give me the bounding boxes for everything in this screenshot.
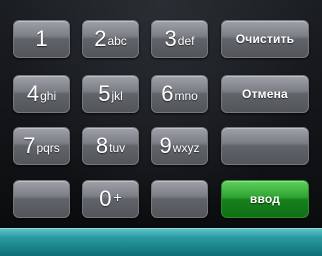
bottom-bar	[0, 228, 322, 256]
key-8[interactable]: 8 tuv	[82, 127, 139, 165]
key-0[interactable]: 0 +	[82, 180, 139, 218]
key-6[interactable]: 6 mno	[151, 75, 208, 113]
key-3-digit: 3	[164, 26, 177, 51]
key-6-digit: 6	[161, 81, 174, 106]
key-4-digit: 4	[26, 81, 40, 106]
key-7-digit: 7	[23, 133, 36, 158]
key-9[interactable]: 9 wxyz	[151, 127, 208, 165]
cancel-button[interactable]: Отмена	[221, 75, 309, 113]
key-5-digit: 5	[98, 81, 111, 106]
key-3[interactable]: 3 def	[151, 20, 208, 58]
key-0-digit: 0	[99, 186, 112, 211]
enter-button-label: ввод	[249, 192, 281, 206]
key-5[interactable]: 5 jkl	[82, 75, 139, 113]
key-7-letters: pqrs	[36, 140, 60, 155]
key-2[interactable]: 2 abc	[82, 20, 139, 58]
key-4-letters: ghi	[40, 88, 57, 103]
clear-button[interactable]: Очистить	[221, 20, 309, 58]
cancel-button-label: Отмена	[242, 87, 288, 101]
key-6-letters: mno	[174, 88, 198, 103]
key-2-digit: 2	[94, 26, 107, 51]
blank-key-middle[interactable]	[151, 180, 208, 218]
clear-button-label: Очистить	[235, 32, 295, 46]
key-1-digit: 1	[35, 26, 48, 51]
key-8-digit: 8	[95, 133, 109, 158]
key-4[interactable]: 4 ghi	[13, 75, 70, 113]
key-0-plus: +	[113, 189, 122, 205]
key-7[interactable]: 7 pqrs	[13, 127, 70, 165]
key-9-digit: 9	[159, 133, 172, 158]
key-3-letters: def	[177, 33, 195, 48]
key-1[interactable]: 1	[13, 20, 70, 58]
dial-keypad: 1 2 abc 3 def Очистить 4 ghi 5 jkl 6 mno…	[0, 0, 322, 228]
blank-key-left[interactable]	[13, 180, 70, 218]
key-8-letters: tuv	[109, 140, 126, 155]
enter-button[interactable]: ввод	[221, 180, 309, 218]
key-9-letters: wxyz	[172, 140, 200, 155]
key-5-letters: jkl	[111, 88, 123, 103]
blank-key-right[interactable]	[221, 127, 309, 165]
key-2-letters: abc	[107, 33, 127, 48]
